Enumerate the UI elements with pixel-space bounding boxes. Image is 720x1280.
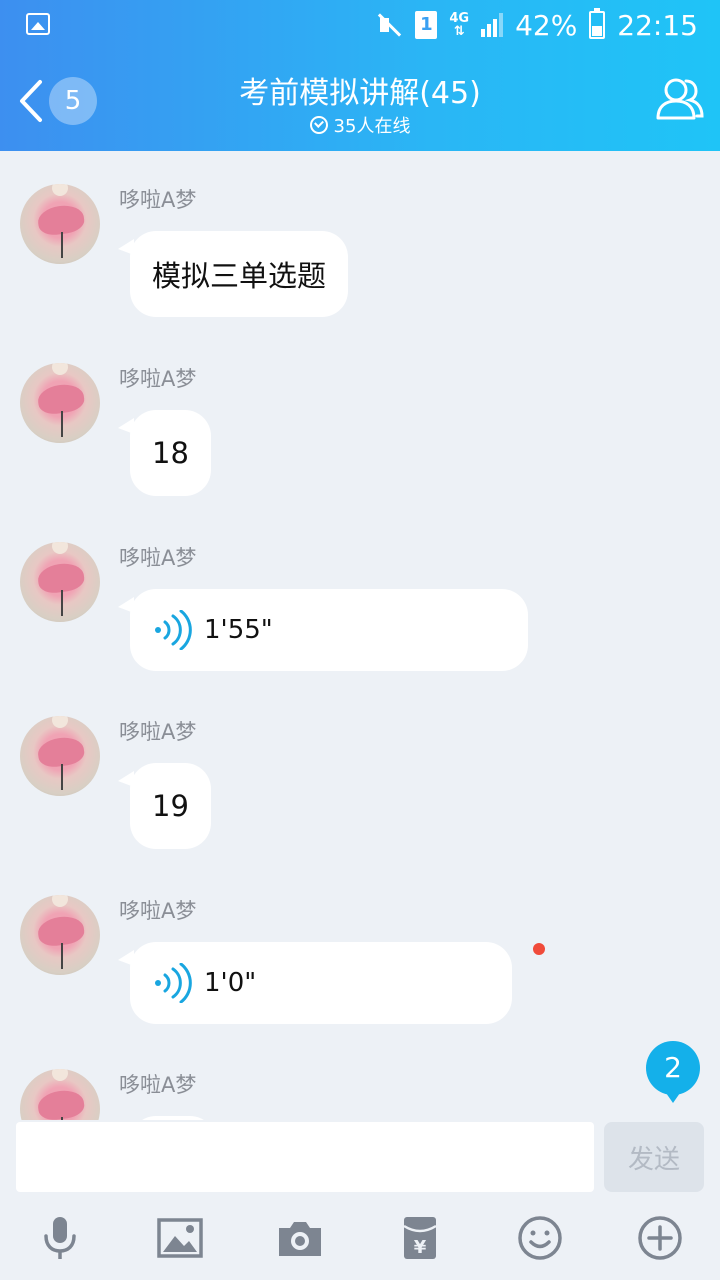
sender-name: 哆啦A梦 xyxy=(119,899,197,923)
battery-percent: 42% xyxy=(515,8,578,42)
title-bar: 5 考前模拟讲解(45) 35人在线 xyxy=(0,50,720,151)
camera-icon[interactable] xyxy=(276,1214,324,1262)
header: 1 4G ⇅ 42% 22:15 5 考前模拟讲解(45) 35人在线 xyxy=(0,0,720,151)
avatar[interactable] xyxy=(20,716,100,796)
emoji-icon[interactable] xyxy=(516,1214,564,1262)
message-bubble[interactable]: 19 xyxy=(118,763,211,849)
clock: 22:15 xyxy=(617,8,698,42)
red-packet-icon[interactable]: ¥ xyxy=(396,1214,444,1262)
sender-name: 哆啦A梦 xyxy=(119,546,197,570)
sender-name: 哆啦A梦 xyxy=(119,1073,197,1097)
voice-duration: 1'55" xyxy=(204,615,273,645)
avatar[interactable] xyxy=(20,542,100,622)
battery-icon xyxy=(589,8,606,39)
message-bubble[interactable]: 18 xyxy=(118,410,211,496)
voice-duration: 1'0" xyxy=(204,968,257,998)
image-icon[interactable] xyxy=(156,1214,204,1262)
voice-wave-icon xyxy=(155,610,192,650)
plus-icon[interactable] xyxy=(636,1214,684,1262)
mute-icon xyxy=(377,12,403,38)
voice-message-bubble[interactable]: 1'0" xyxy=(118,942,512,1024)
sim-icon: 1 xyxy=(415,11,438,39)
avatar[interactable] xyxy=(20,1069,100,1120)
new-messages-badge[interactable]: 2 xyxy=(646,1041,700,1103)
avatar[interactable] xyxy=(20,184,100,264)
unread-dot xyxy=(533,943,545,955)
voice-message-bubble[interactable]: 1'55" xyxy=(118,589,528,671)
network-type-icon: 4G ⇅ xyxy=(449,11,470,39)
online-status[interactable]: 35人在线 xyxy=(0,112,720,138)
toolbar: ¥ xyxy=(0,1200,720,1280)
svg-text:¥: ¥ xyxy=(414,1237,427,1258)
avatar[interactable] xyxy=(20,895,100,975)
avatar[interactable] xyxy=(20,363,100,443)
message-bubble[interactable]: 模拟三单选题 xyxy=(117,231,349,317)
group-title: 考前模拟讲解(45) xyxy=(239,76,481,111)
sender-name: 哆啦A梦 xyxy=(119,367,197,391)
input-bar: 发送 xyxy=(0,1120,720,1200)
chat-area[interactable]: 哆啦A梦 模拟三单选题 哆啦A梦 18 哆啦A梦 1'55" 哆啦A梦 19 哆… xyxy=(0,151,720,1120)
message-input[interactable] xyxy=(16,1122,594,1192)
chevron-down-circle-icon xyxy=(309,116,328,134)
signal-icon xyxy=(481,13,504,37)
image-notification-icon xyxy=(26,13,50,35)
status-bar: 1 4G ⇅ 42% 22:15 xyxy=(0,0,720,50)
online-count: 35人在线 xyxy=(333,116,411,137)
sender-name: 哆啦A梦 xyxy=(119,720,197,744)
sender-name: 哆啦A梦 xyxy=(119,188,197,212)
group-members-icon[interactable] xyxy=(654,76,706,122)
voice-wave-icon xyxy=(155,963,192,1003)
microphone-icon[interactable] xyxy=(36,1214,84,1262)
send-button[interactable]: 发送 xyxy=(604,1122,704,1192)
